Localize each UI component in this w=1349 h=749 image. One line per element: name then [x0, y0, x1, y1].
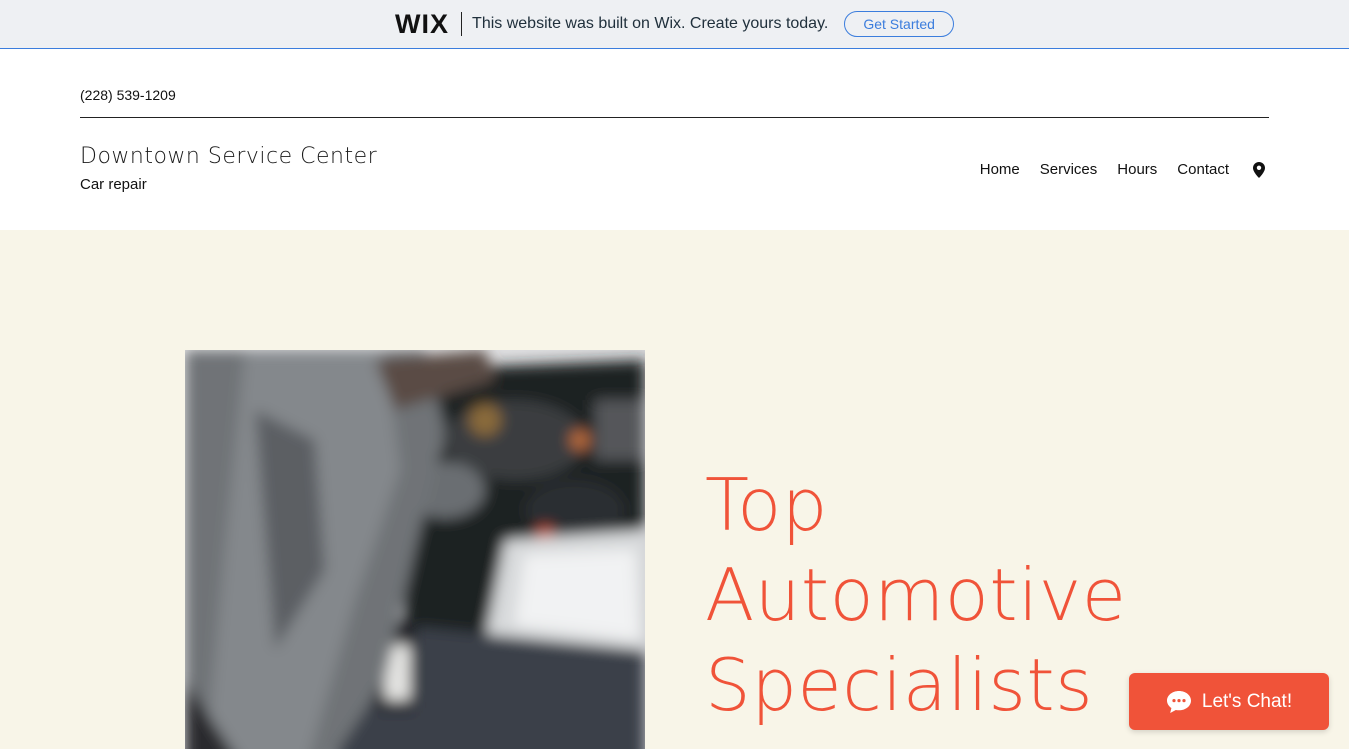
main-nav: Home Services Hours Contact: [970, 161, 1265, 178]
hero-section: Top Automotive Specialists: [0, 230, 1349, 749]
banner-divider: [461, 12, 463, 36]
wix-banner: WIX This website was built on Wix. Creat…: [0, 0, 1349, 49]
mechanic-photo: [185, 350, 645, 749]
get-started-button[interactable]: Get Started: [844, 11, 954, 37]
nav-hours[interactable]: Hours: [1107, 161, 1167, 178]
banner-message: This website was built on Wix. Create yo…: [472, 15, 829, 32]
hero-image: [185, 350, 645, 749]
map-pin-icon[interactable]: [1253, 161, 1265, 178]
site-subtitle: Car repair: [80, 176, 147, 193]
nav-contact[interactable]: Contact: [1167, 161, 1239, 178]
wix-logo[interactable]: WIX: [395, 9, 449, 40]
nav-home[interactable]: Home: [970, 161, 1030, 178]
hero-title-line-3: Specialists: [705, 643, 1094, 727]
lets-chat-button[interactable]: Let's Chat!: [1129, 673, 1329, 730]
site-title[interactable]: Downtown Service Center: [80, 144, 377, 169]
chat-label: Let's Chat!: [1201, 690, 1293, 712]
hero-title-line-1: Top: [705, 463, 828, 547]
header-divider: [80, 117, 1269, 118]
chat-bubble-icon: [1166, 690, 1191, 713]
hero-title: Top Automotive Specialists: [705, 460, 1127, 730]
hero-title-line-2: Automotive: [705, 553, 1127, 637]
site-header: (228) 539-1209 Downtown Service Center C…: [0, 49, 1349, 230]
phone-number[interactable]: (228) 539-1209: [80, 87, 176, 103]
nav-services[interactable]: Services: [1030, 161, 1108, 178]
